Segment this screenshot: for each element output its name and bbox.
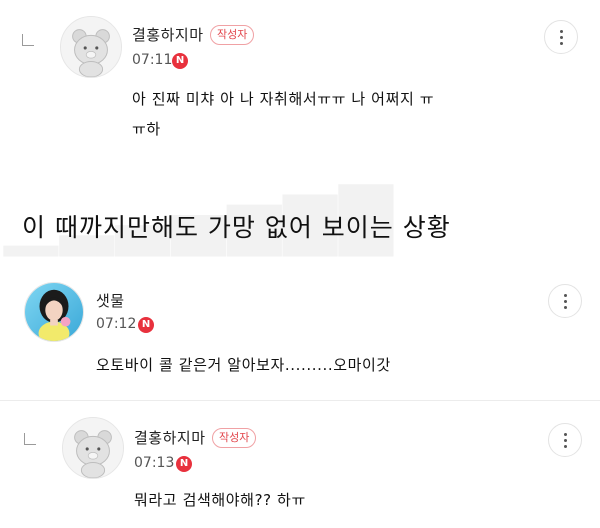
commenter-name[interactable]: 결홍하지마 [134, 427, 206, 448]
comment-time: 07:12 [96, 316, 137, 332]
comment-time: 07:13 [134, 455, 175, 471]
more-vertical-icon [563, 431, 567, 449]
caption-text: 이 때까지만해도 가망 없어 보이는 상황 [22, 213, 451, 242]
more-options-button[interactable] [544, 20, 578, 54]
more-options-button[interactable] [548, 284, 582, 318]
author-badge: 작성자 [210, 25, 255, 45]
new-badge: N [172, 53, 188, 69]
comment-3: 결홍하지마 작성자 07:13 N 뭐라고 검색해야해?? 하ㅠ [0, 401, 600, 528]
new-badge: N [138, 317, 154, 333]
caption-area: ▁▂▃▄▅▆▇ 이 때까지만해도 가망 없어 보이는 상황 [0, 172, 600, 270]
commenter-name[interactable]: 샛물 [96, 290, 125, 311]
more-options-button[interactable] [548, 423, 582, 457]
reply-arrow-icon [22, 34, 34, 46]
author-badge: 작성자 [212, 428, 257, 448]
reply-arrow-icon [24, 433, 36, 445]
comment-message-line-2: ㅠ하 [132, 120, 161, 138]
comment-message-line-1: 뭐라고 검색해야해?? 하ㅠ [134, 491, 306, 509]
commenter-name[interactable]: 결홍하지마 [132, 24, 204, 45]
bear-avatar-icon[interactable] [60, 16, 122, 78]
more-vertical-icon [559, 28, 563, 46]
comment-time: 07:11 [132, 52, 173, 68]
bear-avatar-icon[interactable] [62, 417, 124, 479]
comment-message-line-1: 아 진짜 미챠 아 나 자취해서ㅠㅠ 나 어쩌지 ㅠ [132, 90, 435, 108]
comment-message-line-1: 오토바이 콜 같은거 알아보자.........오마이갓 [96, 356, 391, 374]
comment-1: 결홍하지마 작성자 07:11 N 아 진짜 미챠 아 나 자취해서ㅠㅠ 나 어… [0, 0, 600, 172]
new-badge: N [176, 456, 192, 472]
more-vertical-icon [563, 292, 567, 310]
comment-2: 샛물 07:12 N 오토바이 콜 같은거 알아보자.........오마이갓 [0, 270, 600, 394]
profile-photo[interactable] [24, 282, 84, 342]
